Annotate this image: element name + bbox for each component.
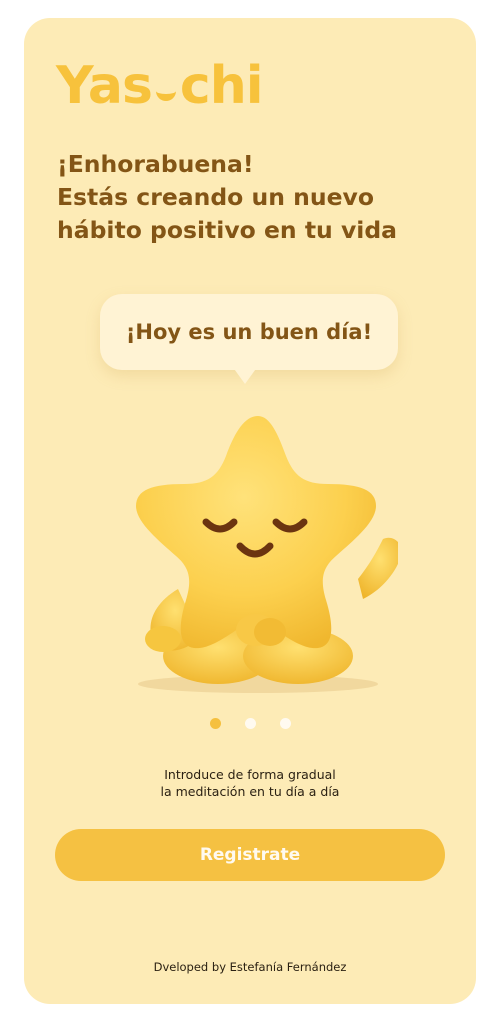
app-logo: Yas chi xyxy=(56,60,264,112)
logo-smile-icon xyxy=(155,65,177,105)
description-line-2: la meditación en tu día a día xyxy=(160,784,340,799)
logo-text-right: chi xyxy=(179,56,264,116)
headline-line-2: Estás creando un nuevo xyxy=(57,183,374,211)
footer-credit: Dveloped by Estefanía Fernández xyxy=(153,960,347,974)
register-button[interactable]: Registrate xyxy=(55,829,445,881)
speech-bubble-tail xyxy=(232,366,258,384)
register-button-label: Registrate xyxy=(199,845,301,865)
pagination-dot-2[interactable] xyxy=(244,718,256,729)
headline-line-1: ¡Enhorabuena! xyxy=(57,150,254,178)
headline-line-3: hábito positivo en tu vida xyxy=(57,216,398,244)
illustration: ¡Hoy es un buen día! xyxy=(24,286,476,696)
meditating-star-mascot-icon xyxy=(108,394,402,694)
onboarding-screen: Yas chi ¡Enhorabuena! Estás creando un nu… xyxy=(24,18,476,1004)
logo-text-left: Yas xyxy=(56,56,153,116)
speech-bubble-text: ¡Hoy es un buen día! xyxy=(125,320,373,344)
speech-bubble: ¡Hoy es un buen día! xyxy=(100,294,398,370)
pagination-dots xyxy=(24,718,476,729)
onboarding-description: Introduce de forma gradual la meditación… xyxy=(24,766,476,800)
pagination-dot-1[interactable] xyxy=(209,718,221,729)
description-line-1: Introduce de forma gradual xyxy=(164,767,336,782)
headline: ¡Enhorabuena! Estás creando un nuevo háb… xyxy=(57,148,447,247)
pagination-dot-3[interactable] xyxy=(279,718,291,729)
